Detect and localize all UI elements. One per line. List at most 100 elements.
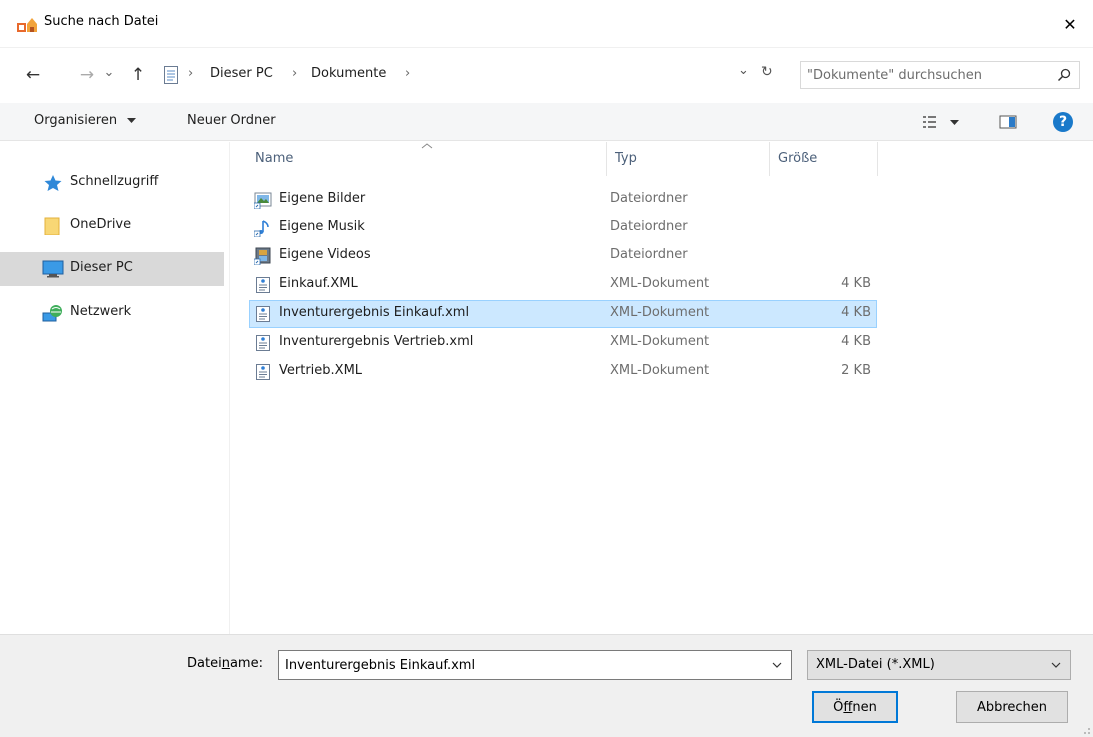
file-type: Dateiordner	[610, 247, 688, 262]
title-bar: Suche nach Datei ✕	[0, 0, 1093, 48]
up-button[interactable]: ↑	[124, 58, 152, 92]
filename-label: Dateiname:	[187, 656, 263, 671]
network-icon	[42, 305, 62, 322]
help-button[interactable]: ?	[1053, 112, 1073, 132]
documents-location-icon	[164, 66, 178, 84]
close-button[interactable]: ✕	[1047, 0, 1093, 48]
xml-file-icon	[256, 277, 270, 293]
file-name: Inventurergebnis Vertrieb.xml	[279, 334, 474, 349]
address-bar[interactable]: › Dieser PC › Dokumente › ⌄ ↻	[155, 61, 787, 89]
column-header-label: Größe	[778, 151, 818, 166]
arrow-up-icon: ↑	[130, 65, 146, 85]
file-name: Eigene Bilder	[279, 191, 366, 206]
app-logo-icon	[17, 18, 37, 32]
address-row: ← → ⌄ ↑ › Dieser PC › Dokumente › ⌄ ↻	[0, 58, 1093, 92]
file-size: 4 KB	[841, 334, 871, 349]
column-header-size[interactable]: Größe	[770, 142, 878, 176]
command-bar: Organisieren Neuer Ordner ?	[0, 103, 1093, 141]
sidebar-item-label: OneDrive	[70, 217, 132, 232]
breadcrumb-dieser-pc[interactable]: Dieser PC	[210, 66, 273, 81]
open-button[interactable]: Öffnen	[812, 691, 898, 723]
file-size: 4 KB	[841, 276, 871, 291]
refresh-icon[interactable]: ↻	[761, 64, 773, 80]
sidebar-item-this-pc[interactable]: Dieser PC	[0, 252, 224, 286]
file-size: 2 KB	[841, 363, 871, 378]
file-row-eigene-bilder[interactable]: Eigene Bilder Dateiordner	[249, 186, 877, 214]
file-type: XML-Dokument	[610, 305, 710, 320]
chevron-down-icon	[1051, 662, 1061, 668]
open-button-label: Öffnen	[833, 699, 877, 715]
file-row-inventurergebnis-einkauf[interactable]: Inventurergebnis Einkauf.xml XML-Dokumen…	[249, 300, 877, 328]
file-type: XML-Dokument	[610, 334, 710, 349]
sidebar-item-quick-access[interactable]: Schnellzugriff	[0, 166, 224, 200]
chevron-down-icon: ⌄	[103, 64, 115, 80]
filename-combobox[interactable]	[278, 650, 792, 680]
filename-input[interactable]	[285, 655, 755, 675]
search-input[interactable]	[807, 65, 1045, 85]
caret-down-icon	[127, 117, 137, 123]
column-header-type[interactable]: Typ	[607, 142, 770, 176]
resize-grip-icon[interactable]	[1079, 723, 1091, 735]
file-row-vertrieb-xml[interactable]: Vertrieb.XML XML-Dokument 2 KB	[249, 358, 877, 386]
forward-button[interactable]: →	[72, 58, 102, 92]
close-icon: ✕	[1063, 14, 1077, 34]
sidebar-item-onedrive[interactable]: OneDrive	[0, 209, 224, 243]
monitor-icon	[42, 260, 64, 278]
file-name: Inventurergebnis Einkauf.xml	[279, 305, 470, 320]
file-type: XML-Dokument	[610, 363, 710, 378]
file-size: 4 KB	[841, 305, 871, 320]
view-options-button[interactable]	[922, 112, 968, 132]
folder-icon	[44, 217, 60, 235]
dialog-footer: Dateiname: XML-Datei (*.XML) Öffnen Abbr…	[0, 634, 1093, 737]
filetype-dropdown-button[interactable]	[1042, 651, 1070, 679]
file-row-eigene-videos[interactable]: Eigene Videos Dateiordner	[249, 242, 877, 270]
file-row-eigene-musik[interactable]: Eigene Musik Dateiordner	[249, 214, 877, 242]
address-dropdown-chevron-icon[interactable]: ⌄	[738, 63, 749, 78]
sidebar-item-label: Netzwerk	[70, 304, 132, 319]
xml-file-icon	[256, 364, 270, 380]
search-icon[interactable]	[1057, 68, 1071, 82]
column-header-name[interactable]: Name	[247, 142, 607, 176]
arrow-left-icon: ←	[25, 65, 41, 85]
music-folder-icon	[254, 220, 269, 237]
details-view-icon	[923, 116, 936, 128]
file-list: Name Typ Größe Eigene Bilder Dateiordner…	[231, 142, 1093, 634]
file-row-inventurergebnis-vertrieb[interactable]: Inventurergebnis Vertrieb.xml XML-Dokume…	[249, 329, 877, 357]
breadcrumb-dokumente[interactable]: Dokumente	[311, 66, 386, 81]
recent-locations-button[interactable]: ⌄	[100, 58, 118, 92]
file-row-einkauf-xml[interactable]: Einkauf.XML XML-Dokument 4 KB	[249, 271, 877, 299]
file-type: Dateiordner	[610, 191, 688, 206]
organize-button[interactable]: Organisieren	[34, 113, 137, 128]
file-name: Vertrieb.XML	[279, 363, 363, 378]
new-folder-button[interactable]: Neuer Ordner	[187, 113, 276, 128]
breadcrumb-separator[interactable]: ›	[405, 66, 410, 81]
navigation-pane: Schnellzugriff OneDrive Dieser PC Netzwe…	[0, 142, 230, 634]
sidebar-item-network[interactable]: Netzwerk	[0, 296, 224, 330]
star-icon	[44, 175, 62, 191]
file-type: Dateiordner	[610, 219, 688, 234]
breadcrumb-separator[interactable]: ›	[188, 66, 193, 81]
back-button[interactable]: ←	[18, 58, 48, 92]
filename-dropdown-button[interactable]	[763, 651, 791, 679]
help-icon: ?	[1058, 114, 1068, 130]
file-type: XML-Dokument	[610, 276, 710, 291]
cancel-button[interactable]: Abbrechen	[956, 691, 1068, 723]
sidebar-item-label: Dieser PC	[70, 260, 133, 275]
organize-label: Organisieren	[34, 113, 118, 128]
file-name: Eigene Musik	[279, 219, 365, 234]
sidebar-item-label: Schnellzugriff	[70, 174, 159, 189]
file-name: Einkauf.XML	[279, 276, 358, 291]
arrow-right-icon: →	[79, 65, 95, 85]
xml-file-icon	[256, 306, 270, 322]
breadcrumb-separator[interactable]: ›	[292, 66, 297, 81]
filetype-select[interactable]: XML-Datei (*.XML)	[807, 650, 1071, 680]
search-box[interactable]	[800, 61, 1080, 89]
caret-down-icon	[950, 120, 959, 125]
chevron-down-icon	[772, 662, 782, 668]
preview-pane-icon[interactable]	[999, 114, 1017, 130]
file-name: Eigene Videos	[279, 247, 371, 262]
pictures-folder-icon	[254, 192, 272, 209]
filetype-value: XML-Datei (*.XML)	[816, 657, 935, 672]
videos-folder-icon	[254, 247, 271, 265]
column-header-label: Name	[255, 151, 294, 166]
